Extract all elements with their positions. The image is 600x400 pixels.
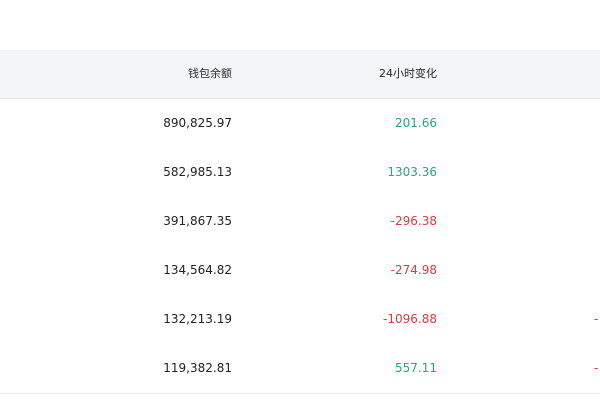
balance-cell: 119,382.81 (163, 361, 232, 375)
balance-cell: 134,564.82 (163, 263, 232, 277)
table-row[interactable]: 119,382.81 557.11 - (0, 344, 600, 394)
truncated-next-column-cell (594, 246, 600, 295)
change-cell: 201.66 (395, 116, 437, 130)
balance-cell: 132,213.19 (163, 312, 232, 326)
truncated-next-column-cell (594, 99, 600, 148)
table-row[interactable]: 132,213.19 -1096.88 - (0, 295, 600, 345)
change-cell: -296.38 (390, 214, 437, 228)
balance-cell: 890,825.97 (163, 116, 232, 130)
truncated-next-column-cell (594, 148, 600, 197)
balance-cell: 582,985.13 (163, 165, 232, 179)
column-header-24h-change[interactable]: 24小时变化 (300, 50, 437, 98)
wallet-balance-table: 钱包余额 24小时变化 890,825.97 201.66 582,985.13… (0, 0, 600, 400)
truncated-next-column-cell (594, 197, 600, 246)
change-cell: -274.98 (390, 263, 437, 277)
table-row[interactable]: 134,564.82 -274.98 (0, 246, 600, 296)
change-cell: 557.11 (395, 361, 437, 375)
column-header-balance[interactable]: 钱包余额 (100, 50, 232, 98)
truncated-next-column-cell: - (594, 361, 599, 375)
table-row[interactable]: 582,985.13 1303.36 (0, 148, 600, 198)
table-header: 钱包余额 24小时变化 (0, 50, 600, 99)
change-cell: -1096.88 (383, 312, 437, 326)
table-row[interactable]: 890,825.97 201.66 (0, 99, 600, 149)
truncated-next-column-cell: - (594, 312, 599, 326)
table-row[interactable]: 391,867.35 -296.38 (0, 197, 600, 247)
change-cell: 1303.36 (387, 165, 437, 179)
balance-cell: 391,867.35 (163, 214, 232, 228)
